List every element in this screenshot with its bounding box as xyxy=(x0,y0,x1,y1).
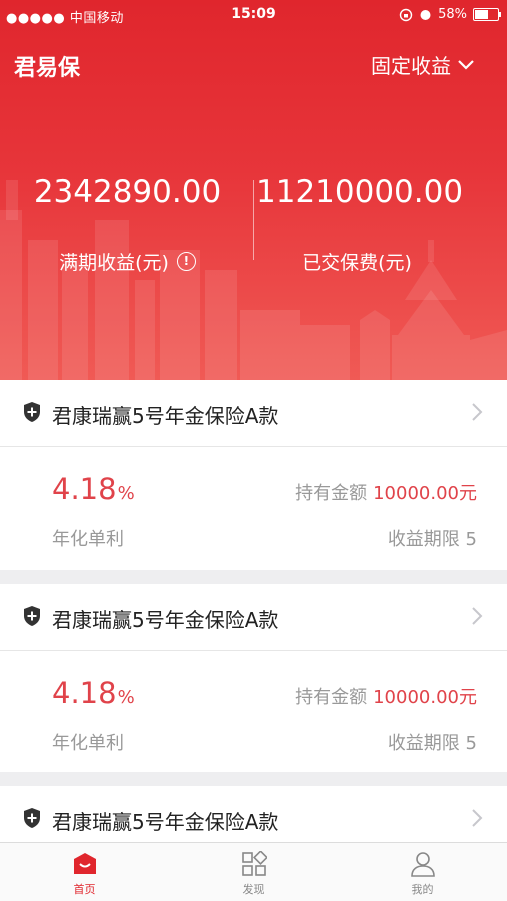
chevron-right-icon xyxy=(472,809,483,827)
dropdown-label: 固定收益 xyxy=(371,54,451,78)
shield-icon xyxy=(24,606,40,626)
income-term: 收益期限 5 xyxy=(387,529,477,550)
product-card-header[interactable]: 君康瑞赢5号年金保险A款 xyxy=(0,786,507,842)
product-card-header[interactable]: 君康瑞赢5号年金保险A款 xyxy=(0,380,507,447)
tab-discover-label: 发现 xyxy=(242,883,265,896)
user-icon xyxy=(411,852,435,877)
maturity-income-value: 2342890.00 xyxy=(33,174,222,210)
annual-rate: 4.18% xyxy=(52,472,135,506)
income-type-dropdown[interactable]: 固定收益 xyxy=(371,50,475,79)
annual-rate-label: 年化单利 xyxy=(52,529,124,550)
product-card-header[interactable]: 君康瑞赢5号年金保险A款 xyxy=(0,584,507,651)
tab-profile[interactable]: 我的 xyxy=(338,843,507,901)
tab-profile-label: 我的 xyxy=(411,883,434,896)
chevron-down-icon xyxy=(458,59,474,70)
summary-header: ●●●●● 中国移动 15:09 58% 君易保 固定收益 2342890.00… xyxy=(0,0,507,380)
product-card[interactable]: 君康瑞赢5号年金保险A款 4.18% 年化单利 持有金额 10000.00元 收益… xyxy=(0,584,507,772)
chevron-right-icon xyxy=(472,607,483,625)
paid-premium-value: 11210000.00 xyxy=(256,174,464,210)
battery-percent: 58% xyxy=(438,7,467,22)
maturity-income-label: 满期收益(元) xyxy=(59,252,169,274)
status-bar: ●●●●● 中国移动 15:09 58% xyxy=(0,0,507,30)
product-card[interactable]: 君康瑞赢5号年金保险A款 4.18% 年化单利 持有金额 10000.00元 收益… xyxy=(0,380,507,570)
paid-premium-stat: 11210000.00 已交保费(元) xyxy=(256,172,464,275)
income-term: 收益期限 5 xyxy=(387,733,477,754)
product-name: 君康瑞赢5号年金保险A款 xyxy=(52,810,279,834)
tab-discover[interactable]: 发现 xyxy=(169,843,338,901)
paid-premium-label: 已交保费(元) xyxy=(302,252,412,274)
product-name: 君康瑞赢5号年金保险A款 xyxy=(52,608,279,632)
shield-icon xyxy=(24,808,40,828)
product-card[interactable]: 君康瑞赢5号年金保险A款 xyxy=(0,786,507,842)
tab-home[interactable]: 首页 xyxy=(0,843,169,901)
lock-rotation-icon xyxy=(399,8,413,21)
annual-rate: 4.18% xyxy=(52,676,135,710)
grid-icon xyxy=(242,851,267,876)
maturity-income-stat: 2342890.00 满期收益(元) ! xyxy=(0,172,255,275)
annual-rate-label: 年化单利 xyxy=(52,733,124,754)
holding-amount: 持有金额 10000.00元 xyxy=(295,687,477,708)
battery-icon xyxy=(473,8,501,21)
tab-home-label: 首页 xyxy=(73,883,96,896)
bottom-tab-bar: 首页 发现 我的 xyxy=(0,842,507,901)
info-icon[interactable]: ! xyxy=(176,252,196,271)
chevron-right-icon xyxy=(472,403,483,421)
home-icon xyxy=(74,853,96,874)
app-title: 君易保 xyxy=(14,56,81,81)
stat-divider xyxy=(253,180,254,260)
holding-amount: 持有金额 10000.00元 xyxy=(295,483,477,504)
product-name: 君康瑞赢5号年金保险A款 xyxy=(52,404,279,428)
alarm-icon xyxy=(420,10,431,20)
shield-icon xyxy=(24,402,40,422)
